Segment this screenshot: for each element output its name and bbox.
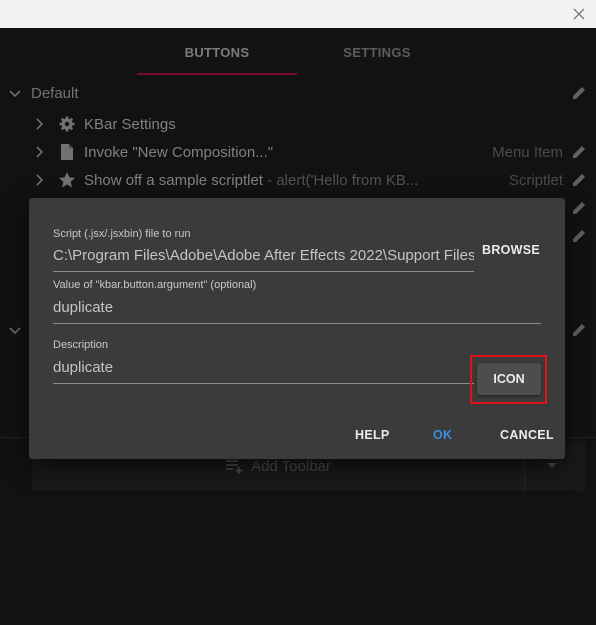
highlight-box [470,355,547,404]
script-file-field: Script (.jsx/.jsxbin) file to run C:\Pro… [53,228,474,274]
edit-button-dialog: Script (.jsx/.jsxbin) file to run C:\Pro… [29,198,565,459]
close-icon[interactable] [570,5,588,23]
description-input[interactable]: duplicate [53,359,474,376]
cancel-button[interactable]: CANCEL [500,428,554,442]
script-file-input[interactable]: C:\Program Files\Adobe\Adobe After Effec… [53,247,474,264]
argument-input[interactable]: duplicate [53,299,541,316]
kbar-app: BUTTONS SETTINGS Default KBar Settings I… [0,28,596,625]
browse-button[interactable]: BROWSE [482,243,540,257]
description-label: Description [53,339,109,351]
help-button[interactable]: HELP [355,428,390,442]
window-titlebar [0,0,596,28]
argument-field: Value of "kbar.button.argument" (optiona… [53,279,541,325]
script-file-underline [53,271,474,272]
argument-label: Value of "kbar.button.argument" (optiona… [53,279,257,291]
script-file-label: Script (.jsx/.jsxbin) file to run [53,228,191,240]
description-underline [53,383,474,384]
ok-button[interactable]: OK [433,428,452,442]
argument-underline [53,323,541,324]
description-field: Description duplicate [53,339,474,385]
